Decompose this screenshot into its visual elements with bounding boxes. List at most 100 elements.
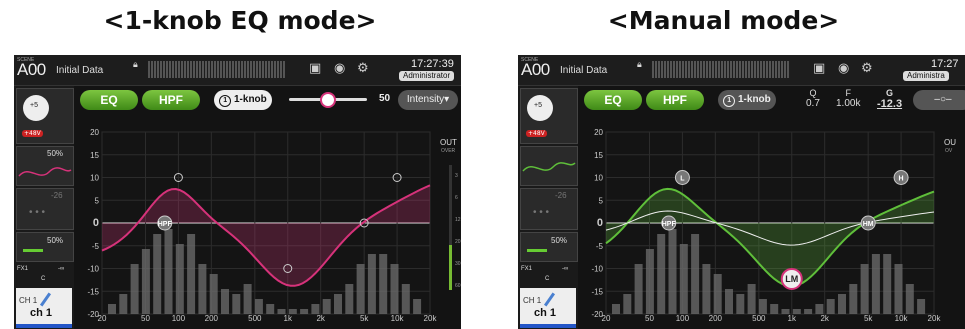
x-tick-label: 1k (284, 314, 293, 322)
channel-select-button[interactable]: CH 1 ch 1 (16, 288, 72, 328)
hpf-toggle-button[interactable]: HPF (142, 90, 200, 110)
out-meter (449, 165, 452, 290)
dynamics2-panel[interactable]: 50% (16, 232, 74, 262)
spectrum-bar (401, 284, 410, 314)
spectrum-bar (153, 234, 162, 314)
spectrum-bar (770, 304, 779, 314)
spectrum-bar (634, 264, 643, 314)
one-knob-mode-button[interactable]: 1 1-knob (214, 90, 272, 110)
intensity-slider-knob[interactable] (320, 92, 336, 108)
spectrum-bar (871, 254, 880, 314)
over-label: OV (945, 148, 953, 154)
f-label: F (845, 88, 851, 98)
headphones-icon[interactable]: ◉ (334, 61, 345, 76)
channel-label: CH 1 (19, 296, 38, 305)
phantom-badge[interactable]: +48V (22, 130, 43, 137)
x-tick-label: 2k (820, 314, 829, 322)
headphones-icon[interactable]: ◉ (838, 61, 849, 76)
x-tick-label: 20 (602, 314, 611, 322)
eq-graph[interactable]: 20151050-5-10-15-2020 50 100 200 500 1k 2k 5k 10… (80, 126, 450, 322)
meter-tick-label: 3 (455, 173, 458, 179)
dynamics2-panel[interactable]: 50% (520, 232, 578, 262)
spectrum-bar (209, 274, 218, 314)
spectrum-bar (645, 249, 654, 314)
spectrum-bar (243, 284, 252, 314)
spectrum-bar (130, 264, 139, 314)
y-tick-label: 15 (594, 151, 603, 160)
pan-label: C (545, 276, 550, 282)
gear-icon[interactable]: ⚙ (861, 61, 873, 76)
eq-thumbnail-panel[interactable] (520, 146, 578, 186)
dots-icon: • • • (29, 207, 46, 218)
y-tick-label: 0 (93, 217, 99, 229)
gear-icon[interactable]: ⚙ (357, 61, 369, 76)
spectrum-bar (792, 309, 801, 314)
scene-title[interactable]: Initial Data (56, 65, 103, 76)
x-tick-label: 5k (360, 314, 369, 322)
user-badge[interactable]: Administra (903, 71, 949, 81)
x-tick-label: 2k (316, 314, 325, 322)
fx-label: FX1 (521, 266, 533, 272)
fx-value: -∞ (562, 266, 569, 272)
phantom-badge[interactable]: +48V (526, 130, 547, 137)
eq-flat-toggle[interactable]: –○– (913, 90, 965, 110)
spectrum-bar (311, 304, 320, 314)
f-readout[interactable]: F 1.00k (836, 88, 860, 109)
spectrum-bar (725, 289, 733, 314)
user-badge[interactable]: Administrator (399, 71, 455, 81)
dyn2-bar (527, 249, 547, 252)
band-label: HPF (662, 221, 677, 228)
dyn-minus-value: -26 (555, 191, 567, 200)
spectrum-bar (815, 304, 824, 314)
dynamics1-panel[interactable]: 50% (16, 146, 74, 186)
spectrum-bar (288, 309, 297, 314)
y-tick-label: 10 (90, 174, 99, 183)
eq-toggle-button[interactable]: EQ (80, 90, 138, 110)
g-readout[interactable]: G -12.3 (877, 88, 902, 110)
eq-thumbnail (522, 162, 576, 172)
x-tick-label: 500 (752, 314, 766, 322)
one-knob-mode-button[interactable]: 1 1-knob (718, 90, 776, 110)
spectrum-bar (668, 229, 677, 314)
y-tick-label: 5 (599, 196, 604, 205)
spectrum-bar (187, 234, 196, 314)
channel-select-button[interactable]: CH 1 ch 1 (520, 288, 576, 328)
spectrum-bar (345, 284, 354, 314)
manual-eq-screen: SCENE A00 Initial Data 🔒︎ ▣ ◉ ⚙ 17:27 Ad… (518, 55, 965, 329)
eq-toggle-button[interactable]: EQ (584, 90, 642, 110)
spectrum-bar (277, 309, 286, 314)
scene-number[interactable]: A00 (17, 60, 46, 80)
intensity-dropdown[interactable]: Intensity▾ (398, 90, 458, 110)
dyn2-value: 50% (551, 236, 568, 245)
dynamics-meter-panel[interactable]: -26 • • • (16, 188, 74, 230)
meter-tick-label: 12 (455, 217, 461, 223)
hpf-toggle-button[interactable]: HPF (646, 90, 704, 110)
x-tick-label: 20k (928, 314, 942, 322)
spectrum-bar (367, 254, 376, 314)
level-meters (148, 61, 296, 78)
mode-number: 1 (219, 95, 232, 107)
recorder-icon[interactable]: ▣ (813, 61, 825, 76)
scene-title[interactable]: Initial Data (560, 65, 607, 76)
spectrum-bar (905, 284, 914, 314)
lock-icon[interactable]: 🔒︎ (637, 60, 642, 70)
dynamics-meter-panel[interactable]: -26 • • • (520, 188, 578, 230)
spectrum-bar (894, 264, 903, 314)
eq-graph[interactable]: 20151050-5-10-15-2020 50 100 200 500 1k 2k 5k 10… (584, 126, 954, 322)
g-value: -12.3 (877, 98, 903, 110)
q-readout[interactable]: Q 0.7 (806, 88, 820, 109)
scene-number[interactable]: A00 (521, 60, 550, 80)
spectrum-bar (804, 309, 813, 314)
mic-icon (543, 292, 556, 307)
meter-tick-label: 60 (455, 283, 461, 289)
y-tick-label: 15 (90, 151, 99, 160)
spectrum-bar (175, 244, 184, 314)
dyn1-thumbnail (18, 167, 72, 177)
channel-strip: +5 +48V -26 • • • 50% FX1 -∞ C CH 1 ch 1 (518, 86, 578, 329)
recorder-icon[interactable]: ▣ (309, 61, 321, 76)
spectrum-bar (356, 264, 365, 314)
spectrum-bar (623, 294, 632, 314)
lock-icon[interactable]: 🔒︎ (133, 60, 138, 70)
spectrum-bar (413, 299, 422, 314)
spectrum-bar (322, 299, 331, 314)
